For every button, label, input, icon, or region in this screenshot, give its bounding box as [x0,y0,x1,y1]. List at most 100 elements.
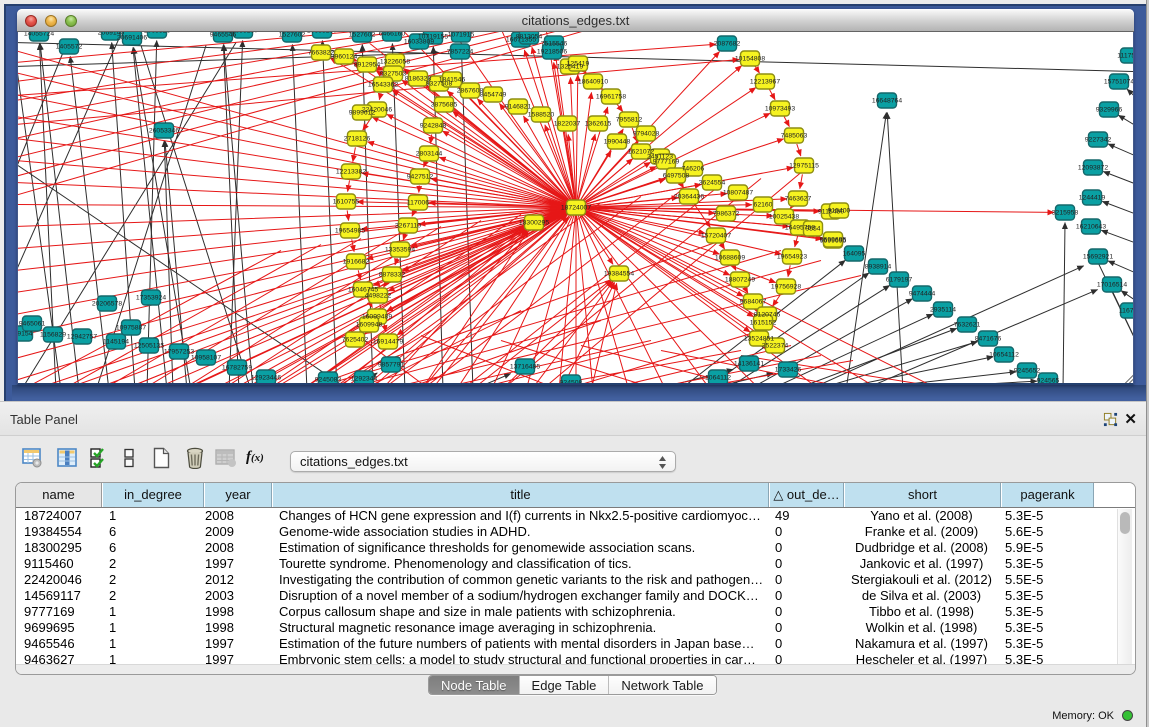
svg-text:19654985: 19654985 [335,228,365,235]
svg-text:8120746: 8120746 [754,312,781,319]
svg-text:1733426: 1733426 [775,367,802,374]
svg-text:20364436: 20364436 [674,194,704,201]
svg-text:7857224: 7857224 [447,49,474,56]
svg-text:9794028: 9794028 [633,131,660,138]
svg-text:746206: 746206 [682,166,705,173]
svg-text:7463627: 7463627 [785,196,812,203]
svg-text:1990448: 1990448 [604,139,631,146]
svg-text:19384554: 19384554 [604,271,634,278]
svg-text:10653267: 10653267 [228,32,258,35]
svg-text:1615152: 1615152 [750,320,777,327]
svg-text:10154808: 10154808 [735,56,765,63]
svg-text:10654112: 10654112 [989,352,1019,359]
svg-text:6179197: 6179197 [886,277,913,284]
svg-text:1822037: 1822037 [554,121,581,128]
svg-text:18300295: 18300295 [519,220,549,227]
svg-text:17957253: 17957253 [164,349,194,356]
svg-text:9245083: 9245083 [315,377,342,384]
svg-text:8912954: 8912954 [354,62,381,69]
svg-text:10653267: 10653267 [307,32,337,35]
svg-text:117006: 117006 [407,200,429,207]
svg-text:1117534: 1117534 [1117,53,1134,60]
svg-text:17353924: 17353924 [136,295,166,302]
svg-text:19756928: 19756928 [771,284,801,291]
svg-text:14136141: 14136141 [734,361,764,368]
svg-text:8813054: 8813054 [516,34,543,41]
svg-text:1156829: 1156829 [40,332,66,339]
svg-text:20691406: 20691406 [117,35,147,42]
svg-text:10975887: 10975887 [116,325,146,332]
svg-text:12505135: 12505135 [134,343,164,350]
svg-text:1145194: 1145194 [103,339,129,346]
svg-text:1405572: 1405572 [56,44,83,51]
svg-text:12093872: 12093872 [1078,165,1108,172]
svg-text:17016514: 17016514 [1097,282,1127,289]
svg-text:3624554: 3624554 [699,180,726,187]
svg-text:10025438: 10025438 [769,214,799,221]
svg-text:9699695: 9699695 [820,237,847,244]
svg-text:12942757: 12942757 [67,334,97,341]
svg-text:8454749: 8454749 [480,92,507,99]
svg-text:7515546: 7515546 [541,41,568,48]
svg-text:16099489: 16099489 [362,314,392,321]
svg-text:3875685: 3875685 [431,102,458,109]
svg-text:9146821: 9146821 [505,104,532,111]
svg-text:8878332: 8878332 [379,272,406,279]
svg-text:7485063: 7485063 [781,133,808,140]
svg-text:1362615: 1362615 [585,121,612,128]
svg-text:9242848: 9242848 [420,123,447,130]
svg-text:9329966: 9329966 [1096,107,1123,114]
svg-text:15720407: 15720407 [701,233,731,240]
svg-text:1292344: 1292344 [351,376,378,383]
svg-text:16648764: 16648764 [872,98,902,105]
svg-text:9227342: 9227342 [1085,137,1112,144]
svg-text:1609948: 1609948 [356,322,383,329]
svg-text:12923446: 12923446 [251,375,281,382]
svg-text:26053346: 26053346 [149,128,179,135]
svg-text:924565: 924565 [1037,378,1060,385]
svg-text:2522374: 2522374 [762,343,789,350]
svg-text:2935114: 2935114 [930,307,956,314]
svg-text:13716485: 13716485 [510,364,540,371]
svg-text:10688609: 10688609 [715,255,745,262]
svg-text:1244419: 1244419 [1079,195,1106,202]
svg-text:924508: 924508 [560,380,583,385]
svg-text:12975115: 12975115 [789,163,819,170]
svg-text:39154: 39154 [18,331,33,338]
svg-text:16210643: 16210643 [1076,224,1106,231]
svg-text:125419: 125419 [567,61,590,68]
svg-text:1527602: 1527602 [279,32,306,39]
svg-text:18807249: 18807249 [725,277,755,284]
svg-text:15692921: 15692921 [1083,254,1113,261]
svg-text:1065326: 1065326 [144,32,171,35]
svg-text:12213382: 12213382 [336,169,366,176]
svg-text:13353594: 13353594 [385,247,415,254]
svg-text:13226058: 13226058 [380,59,410,66]
svg-text:1610755: 1610755 [333,199,360,206]
svg-text:3960124: 3960124 [331,54,358,61]
svg-text:10807487: 10807487 [723,190,753,197]
svg-text:1588520: 1588520 [528,112,555,119]
svg-text:1071915: 1071915 [448,32,475,39]
svg-text:9327503: 9327503 [380,71,407,78]
svg-text:9857791: 9857791 [378,362,405,369]
svg-text:4498222: 4498222 [365,293,392,300]
svg-text:6497508: 6497508 [663,173,690,180]
svg-text:14055724: 14055724 [24,32,54,38]
svg-text:16961758: 16961758 [596,94,626,101]
svg-text:7986372: 7986372 [713,211,740,218]
svg-text:9245652: 9245652 [1014,368,1041,375]
svg-text:9899612: 9899612 [349,110,376,117]
svg-text:12213967: 12213967 [750,79,780,86]
svg-text:3215958: 3215958 [1052,210,1079,217]
svg-text:18640910: 18640910 [578,79,608,86]
svg-text:2087682: 2087682 [714,41,741,48]
svg-text:16914479: 16914479 [373,339,403,346]
svg-text:18724007: 18724007 [561,205,591,212]
svg-text:1841546: 1841546 [439,77,466,84]
svg-text:8938914: 8938914 [865,264,892,271]
svg-text:2803144: 2803144 [416,151,443,158]
svg-text:16543362: 16543362 [368,82,398,89]
svg-text:10973493: 10973493 [765,106,795,113]
svg-text:20206578: 20206578 [92,301,122,308]
